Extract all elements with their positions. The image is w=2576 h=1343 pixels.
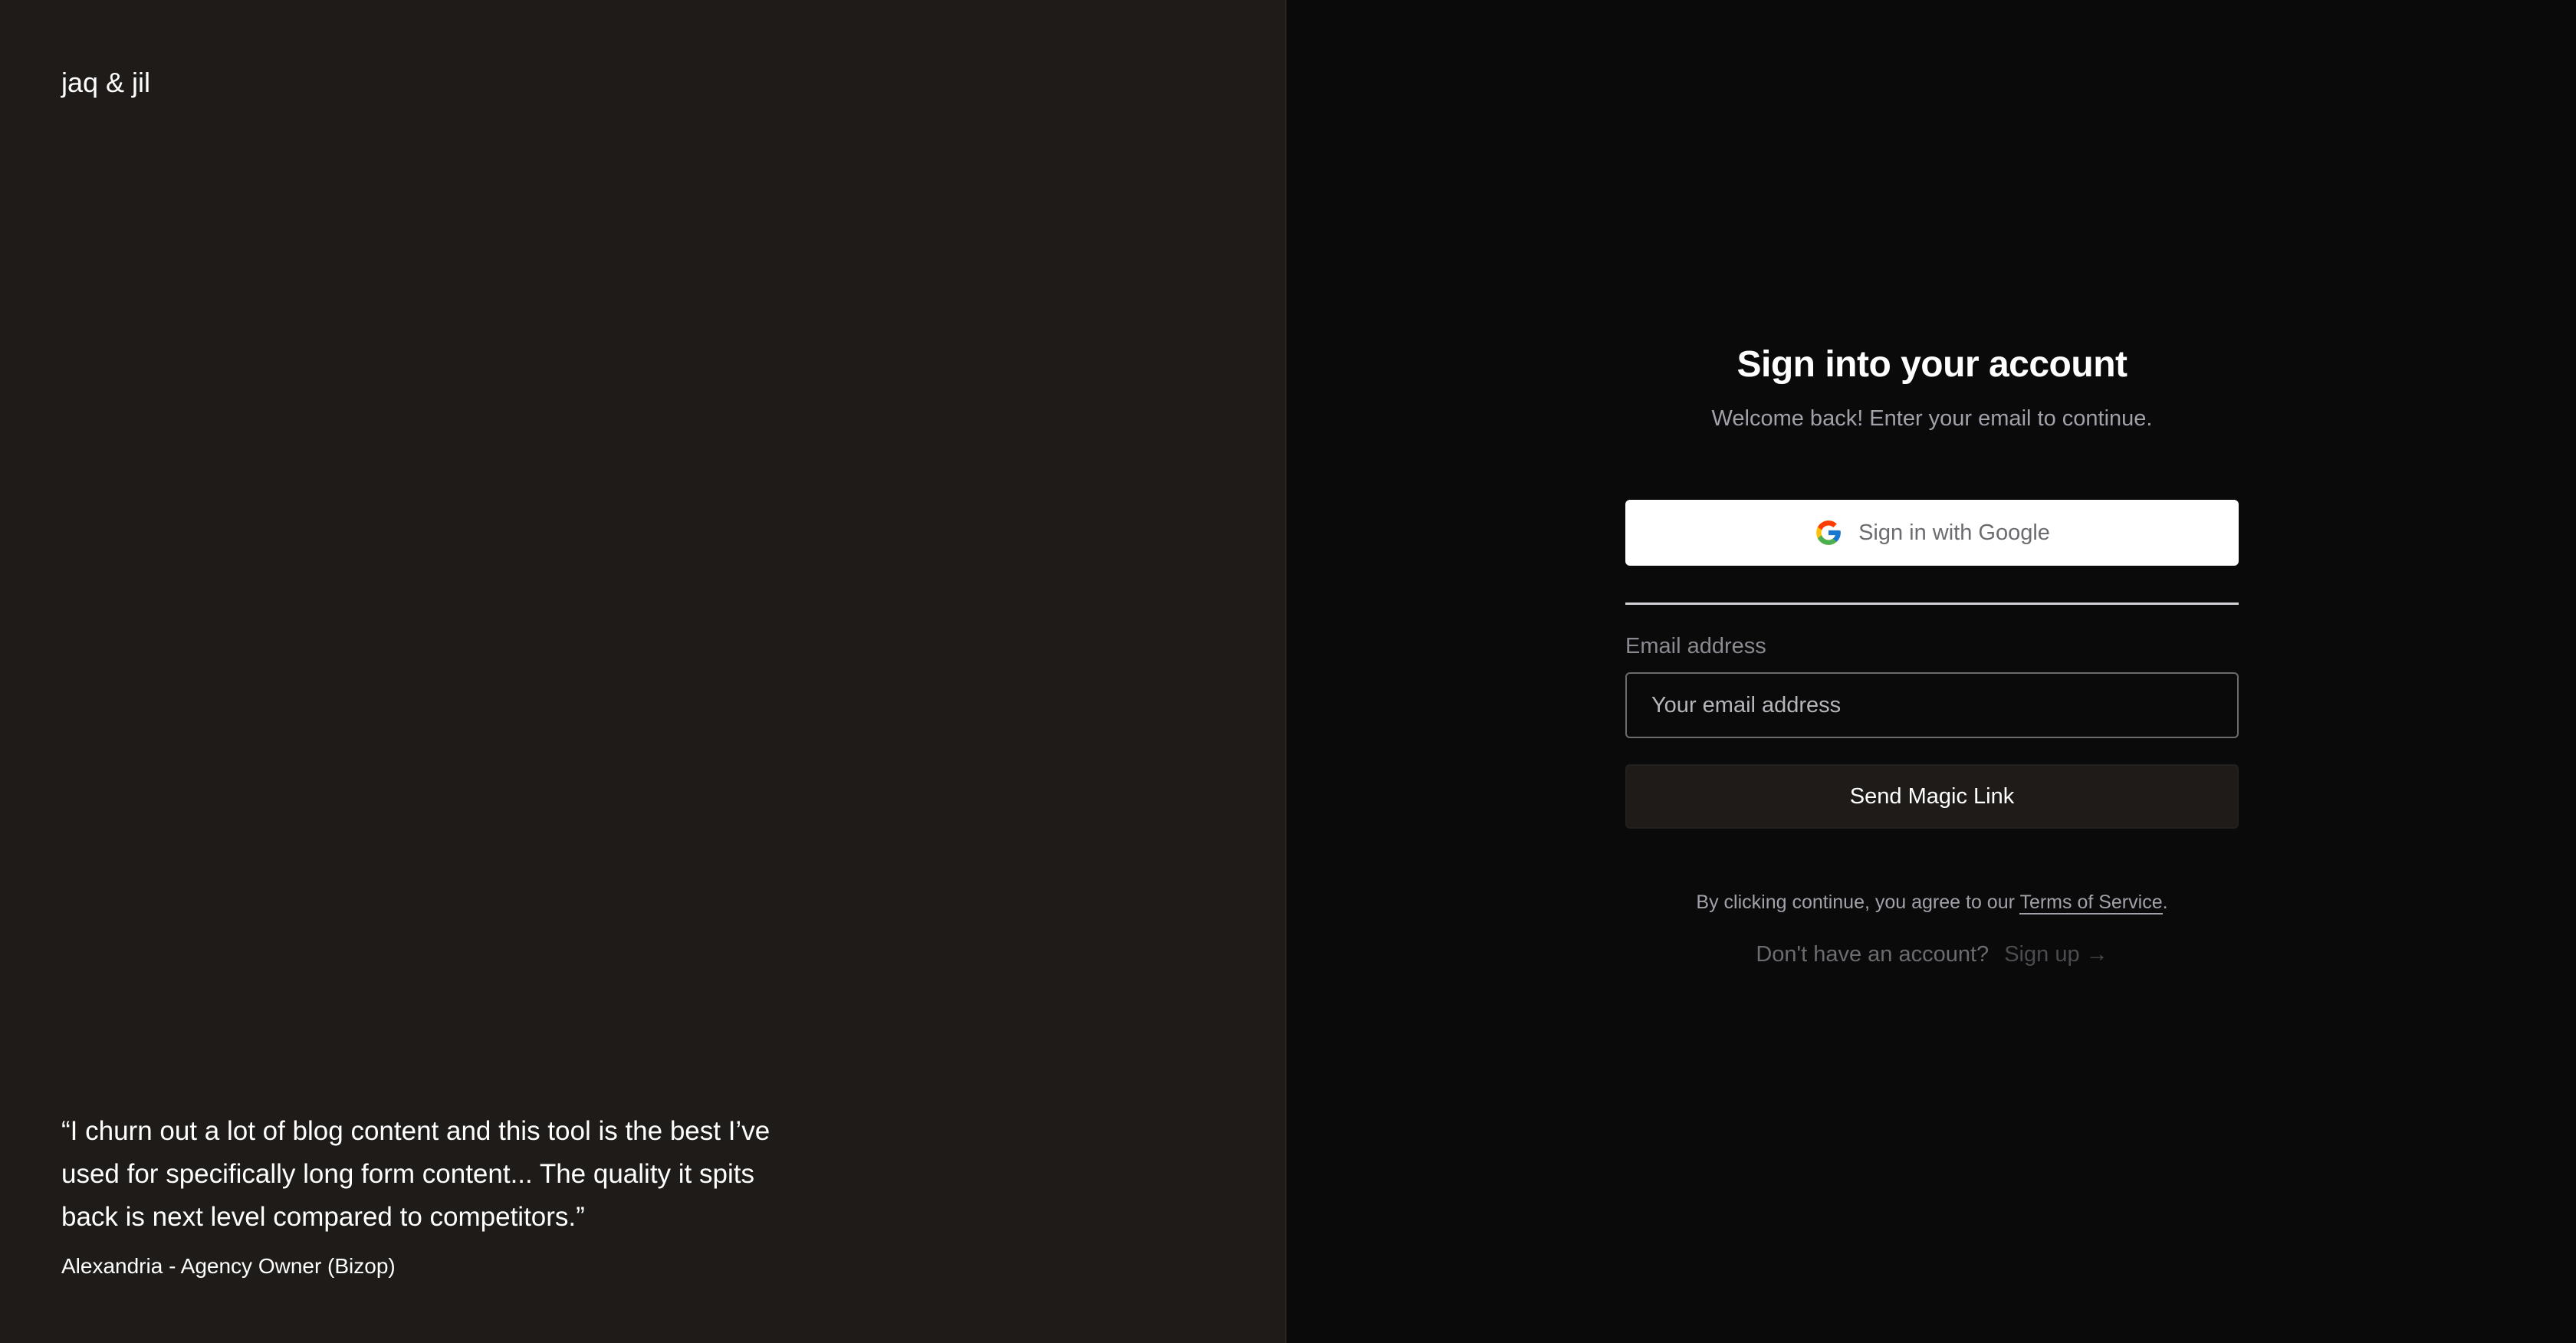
- signup-prompt-row: Don't have an account? Sign up →: [1625, 939, 2239, 970]
- terms-suffix: .: [2162, 892, 2168, 913]
- page-title: Sign into your account: [1737, 344, 2128, 385]
- google-sign-in-button[interactable]: Sign in with Google: [1625, 500, 2239, 566]
- google-g-icon: [1814, 518, 1843, 547]
- auth-panel: Sign into your account Welcome back! Ent…: [1286, 0, 2576, 1343]
- sign-up-link[interactable]: Sign up →: [2004, 942, 2108, 967]
- signup-prompt: Don't have an account?: [1756, 942, 1990, 967]
- sign-in-page: jaq & jil “I churn out a lot of blog con…: [0, 0, 2576, 1343]
- brand-panel: jaq & jil “I churn out a lot of blog con…: [0, 0, 1286, 1343]
- sign-in-form: Sign into your account Welcome back! Ent…: [1625, 337, 2239, 970]
- testimonial-author: Alexandria - Agency Owner (Bizop): [61, 1254, 396, 1278]
- terms-of-service-link[interactable]: Terms of Service: [2019, 892, 2163, 914]
- page-subtitle: Welcome back! Enter your email to contin…: [1711, 406, 2153, 431]
- email-label: Email address: [1625, 634, 1766, 658]
- google-button-label: Sign in with Google: [1858, 520, 2050, 545]
- divider: [1625, 603, 2239, 605]
- testimonial: “I churn out a lot of blog content and t…: [61, 1110, 813, 1282]
- testimonial-quote: “I churn out a lot of blog content and t…: [61, 1116, 770, 1232]
- terms-notice: By clicking continue, you agree to our T…: [1625, 888, 2239, 916]
- terms-prefix: By clicking continue, you agree to our: [1696, 892, 2020, 913]
- email-input[interactable]: [1625, 672, 2239, 738]
- send-magic-link-button[interactable]: Send Magic Link: [1625, 764, 2239, 829]
- brand-logo[interactable]: jaq & jil: [61, 64, 150, 101]
